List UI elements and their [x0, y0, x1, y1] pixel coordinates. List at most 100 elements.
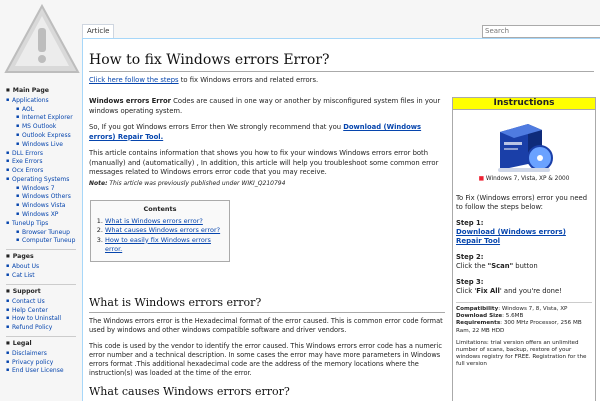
- sidebar-item-link[interactable]: Refund Policy: [12, 324, 52, 331]
- page-title: How to fix Windows errors Error?: [89, 52, 330, 68]
- instructions-box: Instructions ■ Windows 7, Vista, XP & 20…: [452, 97, 596, 401]
- sidebar-item-link[interactable]: AOL: [22, 106, 34, 113]
- sidebar-item[interactable]: Help Center: [0, 306, 82, 315]
- intro-line: Click here follow the steps to fix Windo…: [89, 76, 318, 84]
- sidebar-item[interactable]: Internet Explorer: [0, 114, 82, 123]
- toc-item-link[interactable]: What is Windows errors error?: [105, 217, 203, 225]
- software-box-icon: [498, 124, 553, 172]
- sidebar-item-link[interactable]: MS Outlook: [22, 123, 56, 130]
- windows-flag-icon: ■: [478, 176, 485, 182]
- sidebar-item[interactable]: Windows Vista: [0, 201, 82, 210]
- sidebar-item-link[interactable]: Outlook Express: [22, 132, 71, 139]
- sidebar-heading-legal: Legal: [6, 340, 82, 347]
- step-3-label: Step 3:: [456, 278, 484, 286]
- sidebar-item[interactable]: Privacy policy: [0, 358, 82, 367]
- sidebar-item[interactable]: Ocx Errors: [0, 166, 82, 175]
- size-value: : 5.6MB: [502, 313, 524, 320]
- sidebar-item-link[interactable]: Help Center: [12, 307, 48, 314]
- sidebar-item-link[interactable]: TuneUp Tips: [12, 220, 48, 227]
- sidebar-item-link[interactable]: Windows Vista: [22, 202, 66, 209]
- sidebar-item-link[interactable]: Internet Explorer: [22, 114, 73, 121]
- sidebar-item[interactable]: Windows Live: [0, 140, 82, 149]
- os-caption-text: Windows 7, Vista, XP & 2000: [485, 176, 570, 182]
- sidebar-item-link[interactable]: Computer Tuneup: [22, 237, 75, 244]
- sidebar-item-link[interactable]: Cat List: [12, 272, 35, 279]
- tab-article[interactable]: Article: [82, 24, 115, 38]
- sidebar-item-link[interactable]: Windows Others: [22, 193, 71, 200]
- sidebar-nav-list: Applications AOLInternet Explorer MS Outlo…: [0, 96, 82, 245]
- toc-item[interactable]: What is Windows errors error?: [105, 217, 223, 227]
- instructions-lead: To Fix (Windows errors) error you need t…: [456, 194, 588, 211]
- sidebar-item-link[interactable]: Browser Tuneup: [22, 229, 70, 236]
- sidebar-item[interactable]: How to Uninstall: [0, 314, 82, 323]
- compatibility-line: Compatibility: Windows 7, 8, Vista, XP: [456, 306, 592, 313]
- sidebar-item-link[interactable]: Exe Errors: [12, 158, 43, 165]
- sidebar-item-link[interactable]: Applications: [12, 97, 49, 104]
- sidebar-item[interactable]: Operating Systems: [0, 175, 82, 184]
- article-body: Windows errors Error Codes are caused in…: [89, 97, 445, 262]
- step-2-text: Click the "Scan" button: [456, 262, 592, 271]
- requirements-line: Requirements: 300 MHz Processor, 256 MB …: [456, 320, 592, 334]
- fix-all-label: Fix All: [476, 287, 500, 295]
- search-input[interactable]: [482, 25, 600, 38]
- sidebar-item[interactable]: Browser Tuneup: [0, 228, 82, 237]
- sidebar-item[interactable]: Refund Policy: [0, 323, 82, 332]
- step-3-text: Click 'Fix All' and you're done!: [456, 287, 592, 296]
- sidebar-heading-pages: Pages: [6, 253, 82, 260]
- sidebar-divider: [6, 249, 76, 251]
- sidebar-item[interactable]: Windows Others: [0, 193, 82, 202]
- sidebar-divider: [6, 335, 76, 337]
- sidebar-item[interactable]: About Us: [0, 262, 82, 271]
- sidebar-item[interactable]: Windows XP: [0, 210, 82, 219]
- sidebar-item[interactable]: Disclaimers: [0, 349, 82, 358]
- step-1-download-link[interactable]: Download (Windows errors) Repair Tool: [456, 228, 566, 245]
- sidebar-item[interactable]: Contact Us: [0, 297, 82, 306]
- intro-steps-link[interactable]: Click here follow the steps: [89, 76, 179, 84]
- toc-item-link[interactable]: How to easily fix Windows errors error.: [105, 236, 211, 254]
- toc-item[interactable]: How to easily fix Windows errors error.: [105, 236, 223, 255]
- paragraph-3: This article contains information that s…: [89, 149, 439, 176]
- scan-label: "Scan": [487, 262, 514, 270]
- sidebar-item[interactable]: Windows 7: [0, 184, 82, 193]
- step-2-label: Step 2:: [456, 253, 484, 261]
- step-1-label: Step 1:: [456, 219, 484, 227]
- toc-item-link[interactable]: What causes Windows errors error?: [105, 226, 220, 234]
- toc-item[interactable]: What causes Windows errors error?: [105, 226, 223, 236]
- sidebar-item[interactable]: Exe Errors: [0, 157, 82, 166]
- instructions-divider: [456, 302, 592, 303]
- note: Note: This article was previously publis…: [89, 179, 445, 189]
- sidebar-item[interactable]: AOL: [0, 105, 82, 114]
- warning-logo-icon[interactable]: [2, 0, 82, 82]
- sidebar-item[interactable]: MS Outlook: [0, 122, 82, 131]
- toc-list: What is Windows errors error?What causes…: [97, 217, 223, 255]
- paragraph-2: So, If you got Windows errors Error then…: [89, 123, 445, 142]
- sidebar-item-link[interactable]: Operating Systems: [12, 176, 69, 183]
- paragraph-1: Windows errors Error Codes are caused in…: [89, 97, 445, 116]
- sidebar-item[interactable]: End User License: [0, 367, 82, 376]
- sidebar-item-link[interactable]: Windows Live: [22, 141, 63, 148]
- paragraph-2-text: So, If you got Windows errors Error then…: [89, 123, 344, 131]
- sidebar-item-link[interactable]: Windows XP: [22, 211, 58, 218]
- sidebar-item-link[interactable]: Disclaimers: [12, 350, 47, 357]
- sidebar-item[interactable]: Outlook Express: [0, 131, 82, 140]
- step-2-post: button: [513, 262, 538, 270]
- sidebar-item-link[interactable]: Ocx Errors: [12, 167, 43, 174]
- sidebar-heading-support: Support: [6, 288, 82, 295]
- sidebar-item-link[interactable]: DLL Errors: [12, 150, 43, 157]
- size-label: Download Size: [456, 313, 503, 320]
- sidebar-item[interactable]: Cat List: [0, 271, 82, 280]
- sidebar-item-link[interactable]: End User License: [12, 367, 64, 374]
- sidebar-item-link[interactable]: Privacy policy: [12, 359, 53, 366]
- sidebar-item-link[interactable]: How to Uninstall: [12, 315, 61, 322]
- sidebar-item[interactable]: TuneUp Tips: [0, 219, 82, 228]
- intro-text: to fix Windows errors and related errors…: [178, 76, 319, 84]
- section-heading-causes: What causes Windows errors error?: [89, 385, 290, 398]
- sidebar-main-page[interactable]: Main Page: [6, 87, 82, 94]
- sidebar-item-link[interactable]: About Us: [12, 263, 39, 270]
- sidebar-item[interactable]: DLL Errors: [0, 149, 82, 158]
- sidebar-item-link[interactable]: Windows 7: [22, 185, 55, 192]
- sidebar-item[interactable]: Computer Tuneup: [0, 237, 82, 246]
- sidebar-item[interactable]: Applications: [0, 96, 82, 105]
- sidebar-item-link[interactable]: Contact Us: [12, 298, 45, 305]
- title-divider: [89, 71, 594, 72]
